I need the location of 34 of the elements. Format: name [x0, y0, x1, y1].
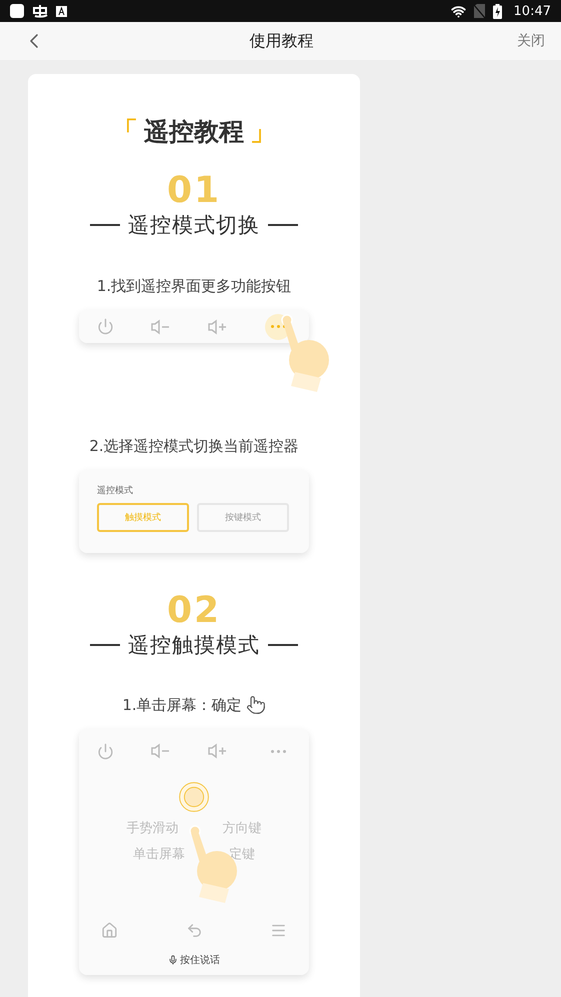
- power-icon[interactable]: [96, 318, 114, 335]
- tutorial-title: 遥控教程: [144, 116, 244, 148]
- step-text: 2.选择遥控模式切换当前遥控器: [89, 437, 299, 456]
- step-text: 1.单击屏幕：确定: [122, 696, 242, 714]
- page-title: 使用教程: [250, 30, 314, 52]
- mode-button[interactable]: 按键模式: [197, 503, 289, 532]
- step-text: 1.找到遥控界面更多功能按钮: [96, 277, 292, 296]
- volume-down-icon[interactable]: [150, 743, 172, 759]
- panel-label: 遥控模式: [97, 484, 134, 497]
- section-number: 01: [166, 173, 222, 209]
- hint-text: 方向键: [222, 820, 262, 837]
- section-heading: 遥控触摸模式: [128, 632, 260, 659]
- tap-ripple-icon: [178, 781, 210, 813]
- power-icon[interactable]: [96, 742, 114, 760]
- bracket-mark: 」: [250, 116, 276, 149]
- app-square-icon: [10, 4, 24, 18]
- mic-icon[interactable]: [168, 955, 178, 965]
- font-icon: [56, 6, 67, 16]
- hint-text: 单击屏幕: [133, 846, 185, 863]
- wifi-icon: [450, 4, 466, 18]
- back-icon[interactable]: [186, 922, 202, 938]
- bug-icon: [32, 4, 48, 18]
- voice-button[interactable]: 按住说话: [180, 953, 220, 967]
- volume-down-icon[interactable]: [150, 318, 172, 334]
- no-sim-icon: [474, 4, 485, 18]
- home-icon[interactable]: [101, 922, 118, 938]
- section-heading: 遥控模式切换: [128, 212, 260, 239]
- section-number: 02: [166, 593, 222, 629]
- clock-text: 10:47: [514, 4, 551, 18]
- pointer-hand-icon: [246, 695, 266, 715]
- battery-icon: [492, 4, 502, 18]
- close-button[interactable]: 关闭: [517, 32, 545, 50]
- hint-text: 手势滑动: [126, 820, 178, 837]
- bracket-mark: 「: [112, 116, 138, 149]
